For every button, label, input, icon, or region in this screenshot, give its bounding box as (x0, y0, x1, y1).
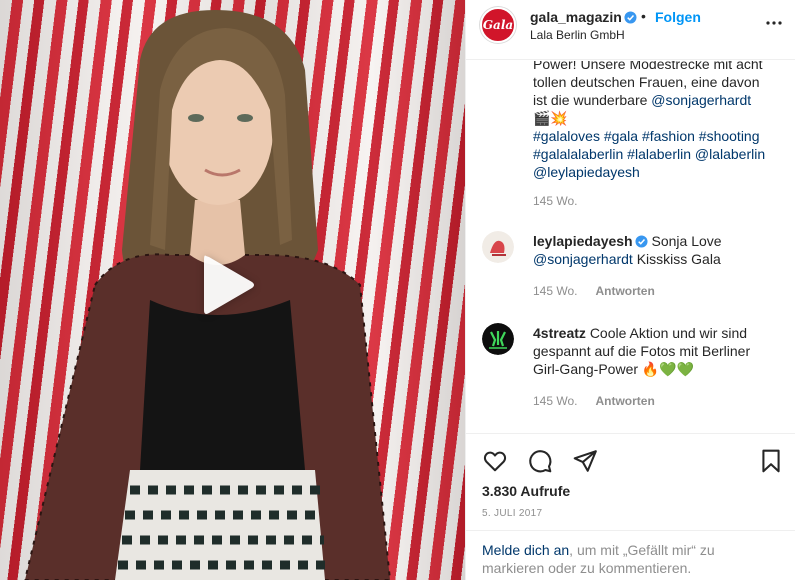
avatar[interactable] (482, 323, 514, 355)
comment-username[interactable]: 4streatz (533, 325, 586, 341)
username-link[interactable]: gala_magazin (530, 9, 637, 25)
avatar[interactable]: Gala (480, 7, 516, 43)
login-prompt: Melde dich an, um mit „Gefällt mir“ zu m… (466, 530, 795, 580)
verified-badge-icon (635, 235, 648, 248)
location-link[interactable]: Lala Berlin GmbH (530, 28, 625, 42)
paper-plane-icon[interactable] (572, 448, 598, 474)
comment-timestamp: 145 Wo. (533, 284, 578, 298)
comment-meta: 145 Wo. Antworten (533, 284, 655, 298)
action-bar (466, 433, 795, 485)
caption-emoji: 🎬💥 (533, 110, 568, 126)
comment-bubble-icon[interactable] (527, 448, 553, 474)
play-icon[interactable] (190, 250, 260, 320)
comment-body: leylapiedayesh Sonja Love @sonjagerhardt… (533, 232, 783, 268)
caption-line: Power! Unsere Modestrecke mit acht (533, 61, 763, 72)
login-prompt-text: , um mit „Gefällt mir“ zu (569, 542, 715, 558)
comment-text: gespannt auf die Fotos mit Berliner (533, 343, 751, 359)
comment-body: 4streatz Coole Aktion und wir sind gespa… (533, 324, 783, 378)
more-options-icon[interactable] (765, 14, 783, 32)
comment-text: Sonja Love (651, 233, 722, 249)
separator-dot: • (641, 8, 646, 24)
comment-text: Coole Aktion und wir sind (589, 325, 748, 341)
caption-text: ist die wunderbare (533, 92, 648, 108)
comments-list[interactable]: Power! Unsere Modestrecke mit acht tolle… (466, 61, 795, 433)
caption-hashtags[interactable]: #galaloves #gala #fashion #shooting (533, 127, 781, 145)
reply-button[interactable]: Antworten (595, 284, 654, 298)
login-link[interactable]: Melde dich an (482, 542, 569, 558)
comment-mention-link[interactable]: @sonjagerhardt (533, 251, 633, 267)
avatar[interactable] (482, 231, 514, 263)
view-count[interactable]: 3.830 Aufrufe (482, 483, 570, 499)
post-date: 5. JULI 2017 (482, 508, 543, 519)
heart-icon[interactable] (482, 448, 508, 474)
post-caption: Power! Unsere Modestrecke mit acht tolle… (533, 61, 781, 181)
reply-button[interactable]: Antworten (595, 394, 654, 408)
caption-hashtags[interactable]: #galalalaberlin #lalaberlin @lalaberlin (533, 145, 781, 163)
caption-line: ist die wunderbare @sonjagerhardt (533, 91, 781, 109)
caption-mention-link[interactable]: @sonjagerhardt (651, 92, 751, 108)
comment-text: Kisskiss Gala (636, 251, 721, 267)
login-prompt-text: markieren oder zu kommentieren. (482, 560, 692, 576)
caption-timestamp: 145 Wo. (533, 194, 578, 208)
post-header: Gala gala_magazin • Folgen Lala Berlin G… (466, 0, 795, 60)
caption-mention-link[interactable]: @leylapiedayesh (533, 163, 781, 181)
comment-username[interactable]: leylapiedayesh (533, 233, 633, 249)
caption-line: tollen deutschen Frauen, eine davon (533, 74, 760, 90)
post-video[interactable] (0, 0, 465, 580)
username-text[interactable]: gala_magazin (530, 9, 622, 25)
comment-meta: 145 Wo. Antworten (533, 394, 655, 408)
comment-text: Girl-Gang-Power 🔥💚💚 (533, 361, 695, 377)
bookmark-icon[interactable] (758, 448, 784, 474)
verified-badge-icon (624, 11, 637, 24)
post-side-panel: Gala gala_magazin • Folgen Lala Berlin G… (465, 0, 795, 580)
comment-timestamp: 145 Wo. (533, 394, 578, 408)
follow-button[interactable]: Folgen (655, 9, 701, 25)
